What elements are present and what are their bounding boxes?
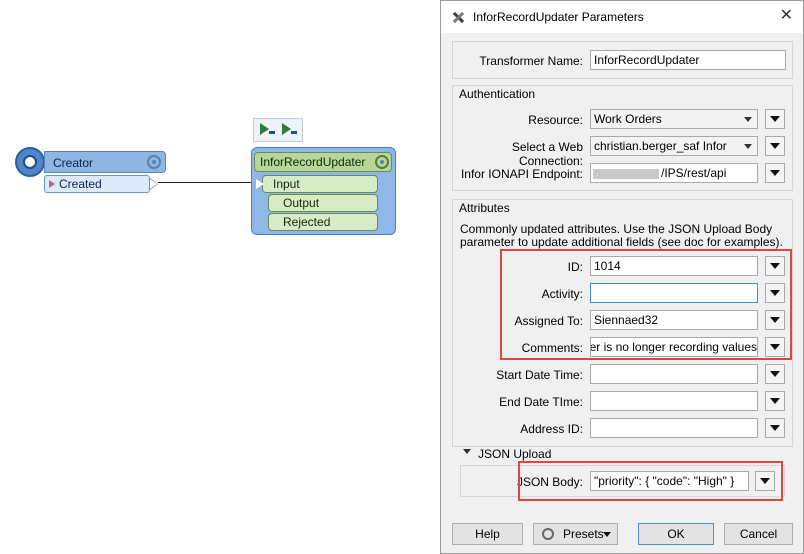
transformer-settings-gear-icon[interactable] bbox=[375, 155, 389, 169]
transformer-output-port[interactable]: Output bbox=[268, 194, 378, 212]
chevron-down-icon bbox=[744, 117, 752, 122]
start-date-input[interactable] bbox=[590, 364, 758, 384]
json-upload-heading: JSON Upload bbox=[478, 447, 552, 461]
transformer-rejected-port[interactable]: Rejected bbox=[268, 213, 378, 231]
output-port-label: Output bbox=[283, 196, 320, 210]
rejected-port-label: Rejected bbox=[283, 215, 331, 229]
creator-node[interactable]: Creator bbox=[44, 151, 166, 173]
workspace-canvas[interactable]: Creator Created InforRecordUpdater Input… bbox=[0, 0, 440, 554]
web-connection-value: christian.berger_saf Infor bbox=[594, 139, 727, 153]
connection-line[interactable] bbox=[158, 182, 258, 183]
creator-port-label: Created bbox=[59, 177, 102, 191]
web-connection-menu-button[interactable] bbox=[765, 136, 785, 156]
address-id-input[interactable] bbox=[590, 418, 758, 438]
web-connection-select[interactable]: christian.berger_saf Infor bbox=[590, 136, 758, 156]
resource-label: Resource: bbox=[528, 113, 583, 127]
chevron-down-icon[interactable] bbox=[463, 449, 471, 454]
resource-value: Work Orders bbox=[594, 112, 662, 126]
endpoint-label: Infor IONAPI Endpoint: bbox=[460, 167, 583, 181]
transformer-title: InforRecordUpdater bbox=[260, 155, 366, 169]
end-date-label: End Date TIme: bbox=[499, 395, 583, 409]
endpoint-menu-button[interactable] bbox=[765, 163, 785, 183]
port-arrow-icon bbox=[150, 179, 157, 189]
node-run-toolbar bbox=[253, 118, 303, 142]
authentication-heading: Authentication bbox=[459, 87, 536, 101]
creator-settings-gear-icon[interactable] bbox=[147, 155, 161, 169]
web-connection-label: Select a Web Connection: bbox=[511, 140, 583, 168]
dialog-titlebar[interactable]: InforRecordUpdater Parameters ✕ bbox=[441, 1, 803, 33]
end-date-input[interactable] bbox=[590, 391, 758, 411]
port-triangle-icon bbox=[49, 180, 55, 188]
endpoint-path: /IPS/rest/api bbox=[661, 166, 727, 180]
cancel-button[interactable]: Cancel bbox=[724, 523, 793, 545]
tools-icon bbox=[451, 10, 465, 24]
resource-select[interactable]: Work Orders bbox=[590, 109, 758, 129]
ok-button[interactable]: OK bbox=[638, 523, 714, 545]
parameters-dialog: InforRecordUpdater Parameters ✕ Transfor… bbox=[440, 0, 804, 554]
start-date-label: Start Date Time: bbox=[496, 368, 583, 382]
transformer-input-port[interactable]: Input bbox=[262, 175, 378, 193]
input-port-label: Input bbox=[273, 177, 300, 191]
endpoint-input[interactable]: /IPS/rest/api bbox=[590, 163, 758, 183]
attributes-description: Commonly updated attributes. Use the JSO… bbox=[460, 222, 783, 249]
presets-button[interactable]: Presets bbox=[533, 523, 618, 545]
chevron-down-icon bbox=[744, 144, 752, 149]
transformer-header[interactable]: InforRecordUpdater bbox=[254, 152, 392, 172]
creator-start-icon[interactable] bbox=[15, 147, 45, 177]
run-from-this-icon[interactable] bbox=[282, 123, 298, 137]
presets-label: Presets bbox=[563, 527, 604, 541]
input-arrow-icon bbox=[256, 179, 264, 189]
redacted-host-mask bbox=[593, 168, 659, 179]
close-icon[interactable]: ✕ bbox=[780, 7, 793, 25]
resource-menu-button[interactable] bbox=[765, 109, 785, 129]
chevron-down-icon bbox=[603, 532, 611, 537]
highlight-box bbox=[500, 249, 792, 360]
run-to-this-icon[interactable] bbox=[260, 123, 276, 137]
creator-title: Creator bbox=[53, 156, 94, 170]
attributes-heading: Attributes bbox=[459, 201, 510, 215]
highlight-box bbox=[518, 461, 783, 501]
end-date-menu-button[interactable] bbox=[765, 391, 785, 411]
start-date-menu-button[interactable] bbox=[765, 364, 785, 384]
dialog-title: InforRecordUpdater Parameters bbox=[473, 10, 644, 24]
transformer-name-input[interactable]: InforRecordUpdater bbox=[590, 50, 786, 70]
address-id-label: Address ID: bbox=[520, 422, 583, 436]
gear-icon bbox=[542, 528, 554, 540]
address-id-menu-button[interactable] bbox=[765, 418, 785, 438]
creator-output-port[interactable]: Created bbox=[44, 175, 158, 193]
transformer-name-label: Transformer Name: bbox=[479, 54, 583, 68]
help-button[interactable]: Help bbox=[452, 523, 523, 545]
